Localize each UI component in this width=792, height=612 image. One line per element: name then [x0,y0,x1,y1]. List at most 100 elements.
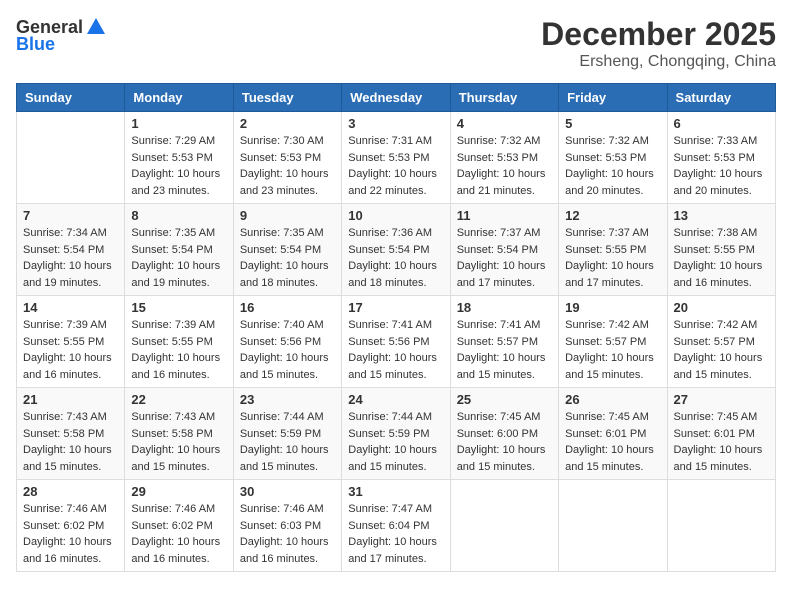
table-row: 18 Sunrise: 7:41 AM Sunset: 5:57 PM Dayli… [450,296,558,388]
day-number: 19 [565,300,660,315]
table-row: 28Sunrise: 7:46 AM Sunset: 6:02 PM Dayli… [17,480,125,572]
table-row: 3Sunrise: 7:31 AM Sunset: 5:53 PM Daylig… [342,112,450,204]
day-number: 29 [131,484,226,499]
col-saturday: Saturday [667,84,775,112]
day-info: Sunrise: 7:43 AM Sunset: 5:58 PM Dayligh… [131,409,226,475]
col-friday: Friday [559,84,667,112]
table-row: 19 Sunrise: 7:42 AM Sunset: 5:57 PM Dayli… [559,296,667,388]
day-number: 16 [240,300,335,315]
table-row [17,112,125,204]
day-number: 24 [348,392,443,407]
day-info: Sunrise: 7:40 AM Sunset: 5:56 PM Dayligh… [240,317,335,383]
day-number: 22 [131,392,226,407]
col-wednesday: Wednesday [342,84,450,112]
table-row: 9 Sunrise: 7:35 AM Sunset: 5:54 PM Daylig… [233,204,341,296]
table-row: 31 Sunrise: 7:47 AM Sunset: 6:04 PM Dayli… [342,480,450,572]
table-row: 12 Sunrise: 7:37 AM Sunset: 5:55 PM Dayli… [559,204,667,296]
calendar-week-1: 1Sunrise: 7:29 AM Sunset: 5:53 PM Daylig… [17,112,776,204]
day-number: 12 [565,208,660,223]
table-row: 4 Sunrise: 7:32 AM Sunset: 5:53 PM Daylig… [450,112,558,204]
logo-icon [85,16,107,38]
header: General Blue December 2025 Ersheng, Chon… [16,16,776,71]
table-row: 2 Sunrise: 7:30 AM Sunset: 5:53 PM Daylig… [233,112,341,204]
table-row: 15 Sunrise: 7:39 AM Sunset: 5:55 PM Dayli… [125,296,233,388]
calendar-week-5: 28 Sunrise: 7:46 AM Sunset: 6:02 PM Dayli… [17,480,776,572]
table-row: 25 Sunrise: 7:45 AM Sunset: 6:00 PM Dayli… [450,388,558,480]
col-thursday: Thursday [450,84,558,112]
calendar-week-2: 7 Sunrise: 7:34 AM Sunset: 5:54 PM Daylig… [17,204,776,296]
day-number: 17 [348,300,443,315]
table-row [450,480,558,572]
day-number: 14 [23,300,118,315]
logo-text: General Blue [16,16,109,55]
day-number: 6 [674,116,769,131]
table-row: 29 Sunrise: 7:46 AM Sunset: 6:02 PM Dayli… [125,480,233,572]
day-number: 7 [23,208,118,223]
day-info: Sunrise: 7:46 AM Sunset: 6:02 PM Dayligh… [131,501,226,567]
table-row: 13 Sunrise: 7:38 AM Sunset: 5:55 PM Dayli… [667,204,775,296]
day-number: 9 [240,208,335,223]
day-info: Sunrise: 7:35 AM Sunset: 5:54 PM Dayligh… [240,225,335,291]
col-tuesday: Tuesday [233,84,341,112]
day-info: Sunrise: 7:45 AM Sunset: 6:01 PM Dayligh… [565,409,660,475]
day-info: Sunrise: 7:33 AM Sunset: 5:53 PM Dayligh… [674,133,769,199]
day-number: 11 [457,208,552,223]
day-info: Sunrise: 7:39 AM Sunset: 5:55 PM Dayligh… [131,317,226,383]
calendar-week-3: 14 Sunrise: 7:39 AM Sunset: 5:55 PM Dayli… [17,296,776,388]
table-row: 1Sunrise: 7:29 AM Sunset: 5:53 PM Daylig… [125,112,233,204]
calendar-header-row: Sunday Monday Tuesday Wednesday Thursday… [17,84,776,112]
day-number: 30 [240,484,335,499]
day-info: Sunrise: 7:45 AM Sunset: 6:00 PM Dayligh… [457,409,552,475]
day-info: Sunrise: 7:39 AM Sunset: 5:55 PM Dayligh… [23,317,118,383]
table-row: 14 Sunrise: 7:39 AM Sunset: 5:55 PM Dayli… [17,296,125,388]
day-number: 28 [23,484,118,499]
table-row: 22 Sunrise: 7:43 AM Sunset: 5:58 PM Dayli… [125,388,233,480]
day-info: Sunrise: 7:42 AM Sunset: 5:57 PM Dayligh… [674,317,769,383]
day-number: 18 [457,300,552,315]
day-info: Sunrise: 7:41 AM Sunset: 5:57 PM Dayligh… [457,317,552,383]
table-row: 27 Sunrise: 7:45 AM Sunset: 6:01 PM Dayli… [667,388,775,480]
calendar-table: Sunday Monday Tuesday Wednesday Thursday… [16,83,776,572]
day-info: Sunrise: 7:38 AM Sunset: 5:55 PM Dayligh… [674,225,769,291]
table-row: 23Sunrise: 7:44 AM Sunset: 5:59 PM Dayli… [233,388,341,480]
day-number: 10 [348,208,443,223]
day-info: Sunrise: 7:44 AM Sunset: 5:59 PM Dayligh… [348,409,443,475]
day-info: Sunrise: 7:30 AM Sunset: 5:53 PM Dayligh… [240,133,335,199]
day-info: Sunrise: 7:42 AM Sunset: 5:57 PM Dayligh… [565,317,660,383]
day-number: 1 [131,116,226,131]
table-row: 26 Sunrise: 7:45 AM Sunset: 6:01 PM Dayli… [559,388,667,480]
calendar-week-4: 21 Sunrise: 7:43 AM Sunset: 5:58 PM Dayli… [17,388,776,480]
day-info: Sunrise: 7:46 AM Sunset: 6:03 PM Dayligh… [240,501,335,567]
day-number: 2 [240,116,335,131]
day-number: 25 [457,392,552,407]
day-info: Sunrise: 7:45 AM Sunset: 6:01 PM Dayligh… [674,409,769,475]
day-number: 8 [131,208,226,223]
day-info: Sunrise: 7:36 AM Sunset: 5:54 PM Dayligh… [348,225,443,291]
table-row: 5Sunrise: 7:32 AM Sunset: 5:53 PM Daylig… [559,112,667,204]
day-number: 4 [457,116,552,131]
table-row: 24 Sunrise: 7:44 AM Sunset: 5:59 PM Dayli… [342,388,450,480]
day-number: 15 [131,300,226,315]
table-row: 8 Sunrise: 7:35 AM Sunset: 5:54 PM Daylig… [125,204,233,296]
day-info: Sunrise: 7:31 AM Sunset: 5:53 PM Dayligh… [348,133,443,199]
day-number: 31 [348,484,443,499]
day-number: 13 [674,208,769,223]
location-title: Ersheng, Chongqing, China [541,53,776,71]
day-number: 27 [674,392,769,407]
day-info: Sunrise: 7:34 AM Sunset: 5:54 PM Dayligh… [23,225,118,291]
table-row: 20Sunrise: 7:42 AM Sunset: 5:57 PM Dayli… [667,296,775,388]
day-info: Sunrise: 7:37 AM Sunset: 5:55 PM Dayligh… [565,225,660,291]
title-area: December 2025 Ersheng, Chongqing, China [541,16,776,71]
day-info: Sunrise: 7:47 AM Sunset: 6:04 PM Dayligh… [348,501,443,567]
day-info: Sunrise: 7:35 AM Sunset: 5:54 PM Dayligh… [131,225,226,291]
day-info: Sunrise: 7:32 AM Sunset: 5:53 PM Dayligh… [457,133,552,199]
day-number: 23 [240,392,335,407]
page-container: General Blue December 2025 Ersheng, Chon… [16,16,776,572]
table-row: 16 Sunrise: 7:40 AM Sunset: 5:56 PM Dayli… [233,296,341,388]
day-number: 26 [565,392,660,407]
table-row: 21 Sunrise: 7:43 AM Sunset: 5:58 PM Dayli… [17,388,125,480]
month-title: December 2025 [541,16,776,53]
table-row: 10 Sunrise: 7:36 AM Sunset: 5:54 PM Dayli… [342,204,450,296]
day-number: 21 [23,392,118,407]
day-info: Sunrise: 7:43 AM Sunset: 5:58 PM Dayligh… [23,409,118,475]
